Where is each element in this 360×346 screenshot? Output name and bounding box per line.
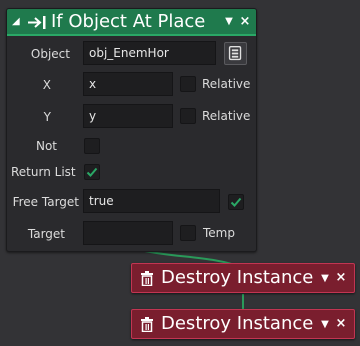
arrow-to-bar-icon	[28, 16, 46, 29]
return-list-checkbox[interactable]	[84, 164, 100, 180]
panel-header[interactable]: ◢ If Object At Place ▼ ×	[7, 9, 256, 36]
block-menu-chevron-icon[interactable]: ▼	[319, 319, 331, 331]
if-object-at-place-panel[interactable]: ◢ If Object At Place ▼ × Object obj_Enem…	[6, 8, 257, 252]
not-checkbox[interactable]	[84, 138, 100, 154]
x-field[interactable]: x	[83, 72, 173, 96]
collapse-triangle-icon[interactable]: ◢	[12, 16, 23, 27]
free-target-label: Free Target	[12, 195, 79, 209]
block-title: Destroy Instance	[161, 313, 314, 334]
target-temp-checkbox[interactable]	[180, 225, 196, 241]
trash-can-icon	[141, 271, 153, 286]
trash-can-icon	[141, 317, 153, 332]
object-picker-icon	[228, 45, 242, 61]
free-target-field[interactable]: true	[83, 189, 220, 213]
destroy-instance-block[interactable]: Destroy Instance ▼ ×	[131, 309, 355, 339]
x-relative-checkbox[interactable]	[180, 76, 196, 92]
block-close-icon[interactable]: ×	[335, 317, 347, 331]
panel-menu-chevron-icon[interactable]: ▼	[223, 16, 235, 28]
checkmark-icon	[86, 167, 98, 177]
block-menu-chevron-icon[interactable]: ▼	[319, 273, 331, 285]
object-label: Object	[30, 47, 70, 61]
block-close-icon[interactable]: ×	[335, 271, 347, 285]
object-field[interactable]: obj_EnemHor	[83, 41, 216, 65]
return-list-label: Return List	[11, 165, 76, 179]
y-relative-checkbox[interactable]	[180, 108, 196, 124]
block-title: Destroy Instance	[161, 267, 314, 288]
y-relative-label: Relative	[202, 109, 251, 123]
x-label: X	[42, 78, 51, 92]
checkmark-icon	[230, 197, 242, 207]
event-canvas: ◢ If Object At Place ▼ × Object obj_Enem…	[0, 0, 360, 346]
panel-close-icon[interactable]: ×	[239, 15, 251, 29]
panel-title: If Object At Place	[51, 11, 206, 32]
target-field[interactable]	[83, 221, 173, 245]
y-field[interactable]: y	[83, 104, 173, 128]
not-label: Not	[35, 139, 57, 153]
y-label: Y	[43, 110, 51, 124]
free-target-checkbox[interactable]	[228, 194, 244, 210]
object-picker-button[interactable]	[224, 42, 247, 65]
x-relative-label: Relative	[202, 77, 251, 91]
target-temp-label: Temp	[203, 226, 235, 240]
destroy-instance-block[interactable]: Destroy Instance ▼ ×	[131, 263, 355, 293]
target-label: Target	[27, 227, 65, 241]
